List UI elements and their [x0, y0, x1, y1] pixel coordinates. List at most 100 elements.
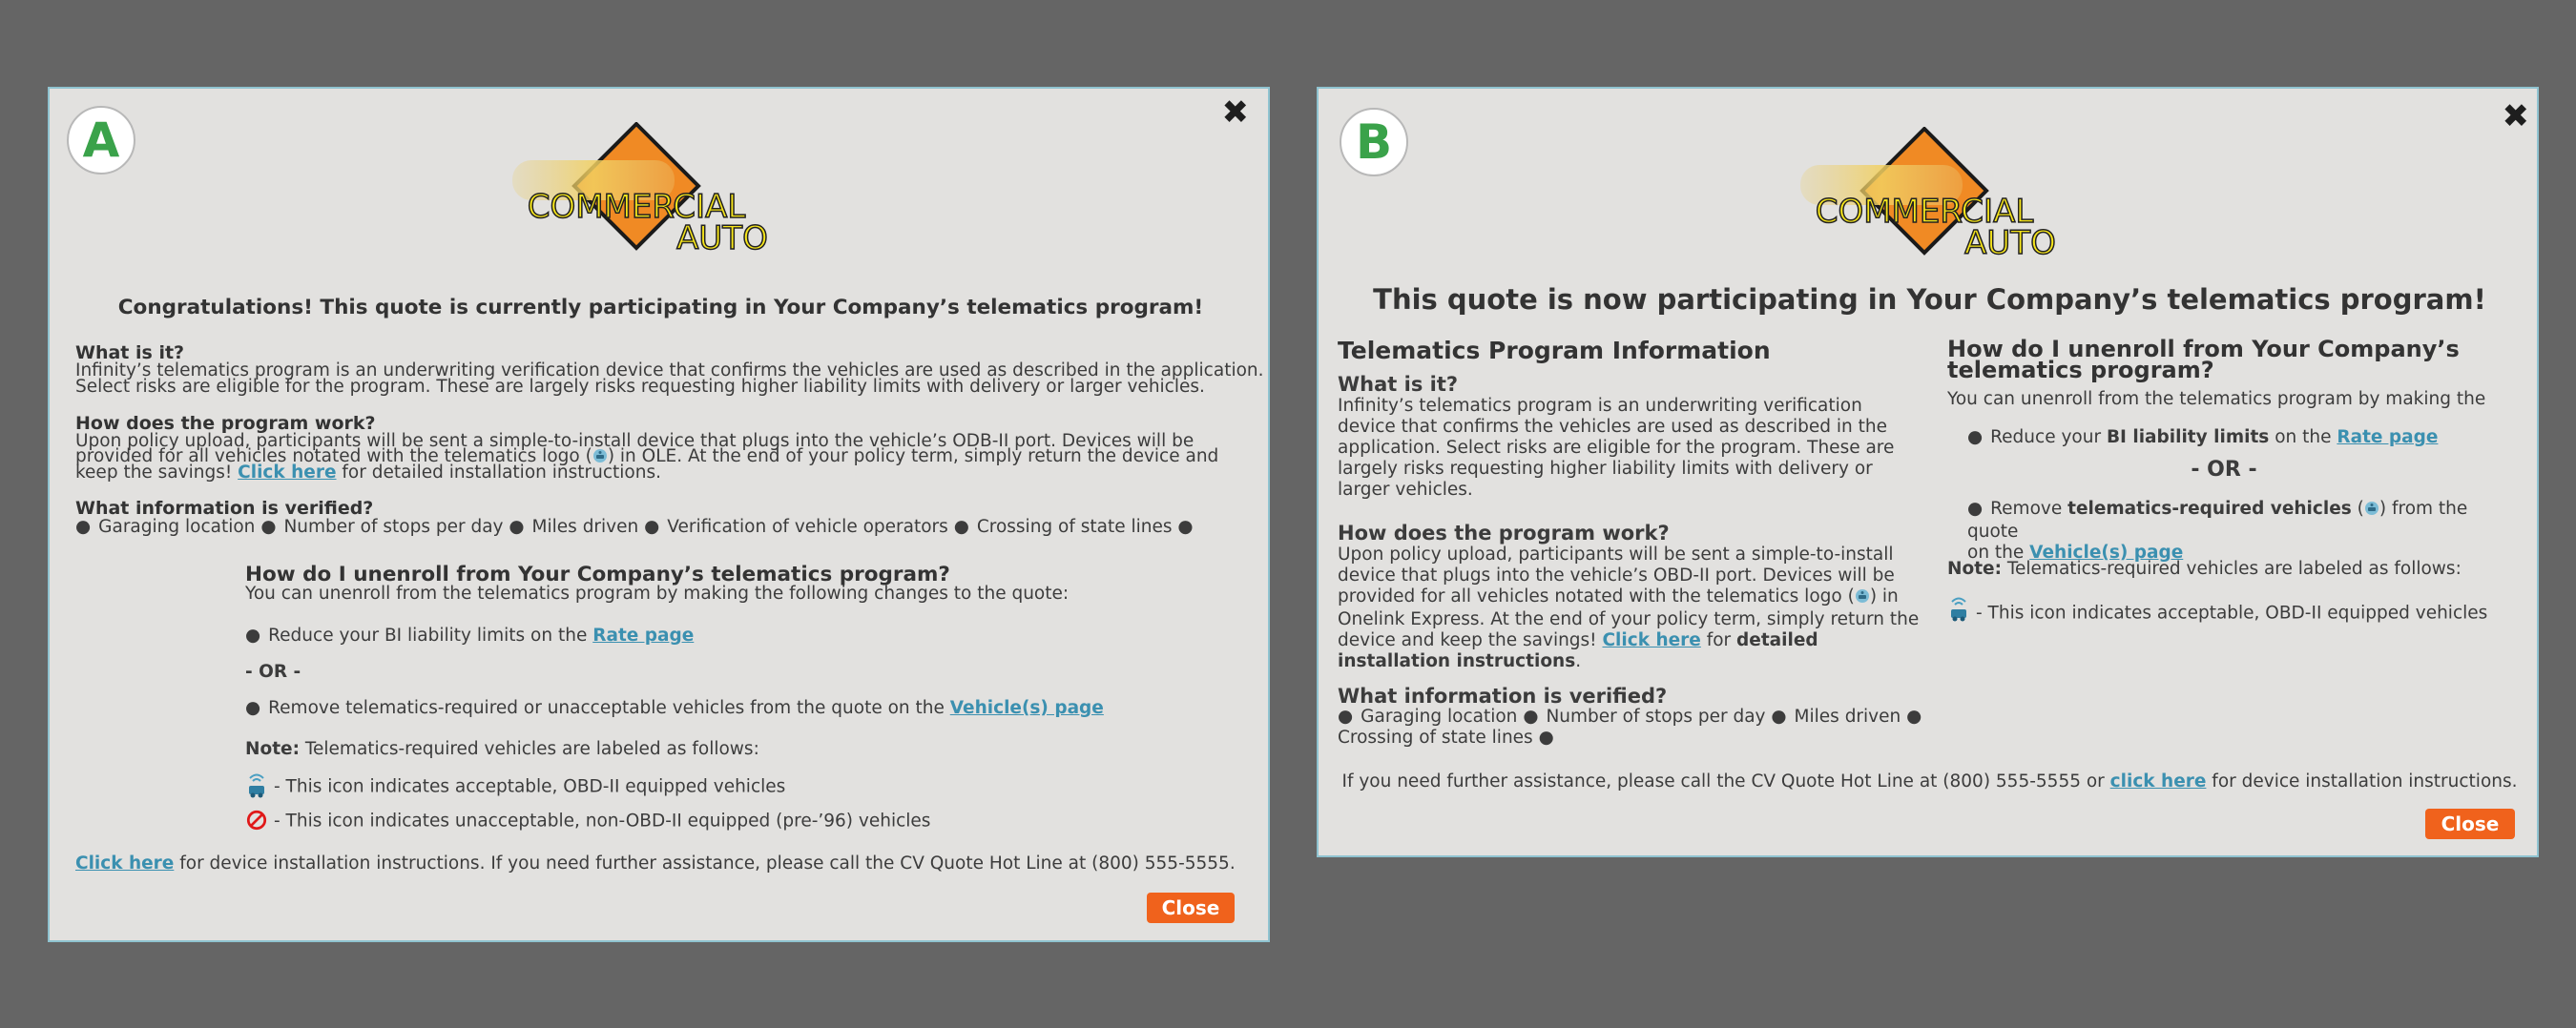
- telematics-car-icon: [1947, 596, 1970, 631]
- note: Note: Telematics-required vehicles are l…: [245, 739, 759, 759]
- how-line-5a: device and keep the savings!: [1338, 630, 1603, 650]
- note-label: Note:: [1947, 559, 2002, 579]
- how-line-5b: for: [1700, 630, 1737, 650]
- what-body: Infinity’s telematics program is an unde…: [1338, 396, 1910, 501]
- verified-heading: What information is verified?: [1338, 685, 1668, 708]
- what-line: Infinity’s telematics program is an unde…: [1338, 396, 1862, 416]
- what-line: largely risks requesting higher liabilit…: [1338, 459, 1873, 479]
- logo-line2: AUTO: [1964, 224, 2056, 262]
- how-line-6a: installation instructions: [1338, 651, 1576, 671]
- acceptable-icon-text: - This icon indicates acceptable, OBD-II…: [274, 776, 786, 797]
- how-line: device that plugs into the vehicle’s OBD…: [1338, 565, 1895, 586]
- what-line: application. Select risks are eligible f…: [1338, 438, 1895, 458]
- unenroll-intro: You can unenroll from the telematics pro…: [1947, 389, 2486, 409]
- how-line-3b: for detailed installation instructions.: [336, 463, 661, 483]
- footer-help-text: for device installation instructions. If…: [174, 853, 1236, 874]
- rate-page-link[interactable]: Rate page: [592, 626, 694, 646]
- what-heading: What is it?: [75, 342, 185, 363]
- footer-text: If you need further assistance, please c…: [1319, 771, 2541, 792]
- verified-item: Garaging location: [1338, 707, 1517, 727]
- how-heading: How does the program work?: [1338, 522, 1670, 545]
- telematics-dialog-b: B ✖ COMMERCIAL AUTO This quote is now pa…: [1317, 87, 2539, 857]
- verified-item: Garaging location: [75, 517, 255, 537]
- variant-badge-a: A: [67, 106, 135, 175]
- commercial-auto-logo: COMMERCIAL AUTO: [1791, 127, 2077, 270]
- unenroll-option-2: Remove telematics-required or unacceptab…: [245, 698, 1104, 718]
- close-icon[interactable]: ✖: [2503, 100, 2530, 133]
- telematics-car-icon: [1855, 588, 1870, 609]
- how-line: Onelink Express. At the end of your poli…: [1338, 609, 1920, 629]
- icon-legend-unacceptable: - This icon indicates unacceptable, non-…: [245, 810, 930, 833]
- vehicles-page-link[interactable]: Vehicle(s) page: [950, 698, 1104, 718]
- option-1-tail: on the: [2269, 427, 2337, 447]
- unenroll-heading: How do I unenroll from Your Company’s te…: [245, 563, 950, 586]
- note-text: Telematics-required vehicles are labeled…: [299, 739, 759, 759]
- verified-list: Garaging location Number of stops per da…: [75, 517, 1194, 537]
- rate-page-link[interactable]: Rate page: [2337, 427, 2438, 447]
- how-line: Upon policy upload, participants will be…: [1338, 545, 1894, 565]
- how-line-6b: .: [1575, 651, 1582, 671]
- bullet-glyph: ●: [1538, 728, 1554, 748]
- what-heading: What is it?: [1338, 373, 1459, 396]
- unenroll-option-2: Remove telematics-required vehicles () f…: [1967, 499, 2521, 564]
- logo-line2: AUTO: [676, 219, 768, 257]
- unenroll-option-1: Reduce your BI liability limits on the R…: [1967, 427, 2438, 448]
- option-1-text: Reduce your: [1967, 427, 2107, 447]
- variant-badge-b: B: [1340, 108, 1408, 176]
- unenroll-heading-line: telematics program?: [1947, 357, 2214, 383]
- installation-link[interactable]: Click here: [1602, 630, 1700, 650]
- footer-help-tail: for device installation instructions.: [2206, 771, 2518, 792]
- unenroll-heading: How do I unenroll from Your Company’s te…: [1947, 338, 2520, 383]
- prohibited-icon: [245, 810, 268, 833]
- note-text: Telematics-required vehicles are labeled…: [2001, 559, 2462, 579]
- footer-text: Click here for device installation instr…: [75, 853, 1236, 874]
- option-1-text: Reduce your BI liability limits on the: [245, 626, 592, 646]
- verified-item: Number of stops per day: [1523, 707, 1765, 727]
- verified-item: Number of stops per day: [260, 517, 503, 537]
- verified-item: Crossing of state lines: [954, 517, 1173, 537]
- how-line-3a: keep the savings!: [75, 463, 239, 483]
- footer-installation-link[interactable]: click here: [2110, 771, 2207, 792]
- verified-line-2: Crossing of state lines ●: [1338, 728, 1922, 749]
- icon-legend-acceptable: - This icon indicates acceptable, OBD-II…: [245, 772, 785, 802]
- telematics-dialog-a: A ✖ COMMERCIAL AUTO Congratulations! Thi…: [48, 87, 1270, 942]
- what-line: device that confirms the vehicles are us…: [1338, 417, 1887, 437]
- how-line-3: keep the savings! Click here for detaile…: [75, 463, 661, 483]
- verified-item: Miles driven: [509, 517, 638, 537]
- unenroll-intro: You can unenroll from the telematics pro…: [245, 584, 1070, 604]
- close-button[interactable]: Close: [2425, 809, 2515, 839]
- verified-item: Verification of vehicle operators: [644, 517, 948, 537]
- footer-installation-link[interactable]: Click here: [75, 853, 174, 874]
- unacceptable-icon-text: - This icon indicates unacceptable, non-…: [274, 811, 931, 832]
- note-label: Note:: [245, 739, 300, 759]
- verified-line-1: Garaging location Number of stops per da…: [1338, 707, 1922, 728]
- option-1-bold: BI liability limits: [2106, 427, 2270, 447]
- what-line: larger vehicles.: [1338, 480, 1473, 500]
- close-button[interactable]: Close: [1147, 893, 1235, 923]
- note: Note: Telematics-required vehicles are l…: [1947, 559, 2462, 580]
- acceptable-icon-text: - This icon indicates acceptable, OBD-II…: [1976, 603, 2488, 624]
- close-icon[interactable]: ✖: [1222, 96, 1250, 129]
- how-body: Upon policy upload, participants will be…: [1338, 545, 1929, 672]
- option-2-line: Remove telematics-required vehicles () f…: [1967, 499, 2521, 543]
- footer-help-text: If you need further assistance, please c…: [1341, 771, 2110, 792]
- what-line-2: Select risks are eligible for the progra…: [75, 377, 1205, 397]
- how-line: provided for all vehicles notated with t…: [1338, 586, 1929, 609]
- bullet-glyph: ●: [1177, 517, 1194, 537]
- how-line-2b: ) in OLE. At the end of your policy term…: [607, 446, 1219, 466]
- commercial-auto-logo: COMMERCIAL AUTO: [503, 122, 789, 265]
- how-line-5c: detailed: [1736, 630, 1818, 650]
- telematics-car-icon: [245, 772, 268, 802]
- bullet-glyph: ●: [1906, 707, 1922, 727]
- how-line: device and keep the savings! Click here …: [1338, 630, 1929, 651]
- installation-link[interactable]: Click here: [238, 463, 336, 483]
- info-heading: Telematics Program Information: [1338, 337, 1771, 364]
- verified-list: Garaging location Number of stops per da…: [1338, 707, 1922, 749]
- or-separator: - OR -: [245, 662, 301, 682]
- verified-item: Crossing of state lines: [1338, 728, 1533, 748]
- how-heading: How does the program work?: [75, 413, 376, 434]
- verified-item: Miles driven: [1771, 707, 1901, 727]
- option-2-bold: telematics-required vehicles: [2067, 499, 2352, 519]
- how-line-3b: ) in: [1869, 586, 1899, 607]
- option-2-text: Remove: [1967, 499, 2067, 519]
